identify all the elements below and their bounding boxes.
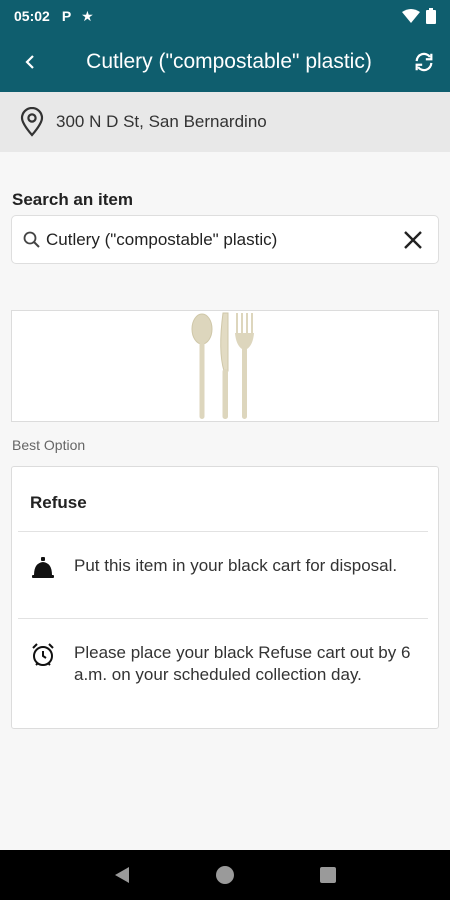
app-bar: Cutlery ("compostable" plastic): [0, 32, 450, 92]
status-right: [402, 8, 436, 24]
close-icon: [404, 230, 422, 249]
search-input[interactable]: [46, 229, 388, 250]
recents-square-icon: [320, 867, 337, 883]
option-row-schedule: Please place your black Refuse cart out …: [30, 642, 430, 686]
option-row-text: Put this item in your black cart for dis…: [74, 556, 398, 575]
back-button[interactable]: [0, 32, 60, 92]
wifi-icon: [402, 9, 420, 23]
battery-icon: [426, 8, 436, 24]
search-label: Search an item: [12, 190, 133, 209]
location-pin-icon: [20, 107, 44, 137]
system-nav-bar: [0, 850, 450, 900]
divider: [18, 531, 428, 532]
best-option-card: Refuse Put this item in your black cart …: [11, 466, 439, 729]
search-box[interactable]: [11, 215, 439, 264]
home-circle-icon: [215, 866, 234, 884]
nav-home-button[interactable]: [205, 855, 245, 895]
location-bar[interactable]: 300 N D St, San Bernardino: [0, 92, 450, 152]
alarm-clock-icon: [32, 643, 54, 666]
bell-icon: [32, 557, 54, 578]
option-row-text: Please place your black Refuse cart out …: [74, 643, 411, 684]
status-time: 05:02: [14, 8, 50, 24]
star-icon: ★: [81, 7, 94, 24]
best-option-label: Best Option: [12, 437, 86, 453]
item-image-card: [11, 310, 439, 422]
back-triangle-icon: [114, 867, 129, 883]
clear-search-button[interactable]: [388, 216, 438, 264]
refresh-button[interactable]: [398, 32, 450, 92]
nav-recents-button[interactable]: [308, 855, 348, 895]
parking-icon: P: [61, 8, 72, 24]
search-icon: [23, 231, 40, 248]
option-row-disposal: Put this item in your black cart for dis…: [30, 555, 430, 581]
chevron-left-icon: [25, 55, 34, 69]
status-bar: 05:02 P ★: [0, 0, 450, 32]
option-title: Refuse: [30, 493, 87, 512]
refresh-icon: [415, 52, 433, 72]
page-title: Cutlery ("compostable" plastic): [86, 50, 372, 73]
cutlery-image: [191, 312, 254, 419]
address-text: 300 N D St, San Bernardino: [56, 112, 267, 131]
divider: [18, 618, 428, 619]
nav-back-button[interactable]: [102, 855, 142, 895]
